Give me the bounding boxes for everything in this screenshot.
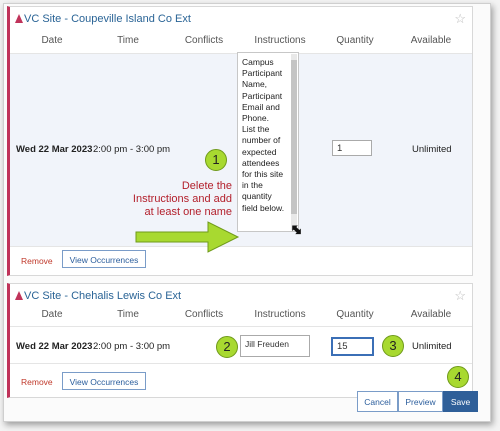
occurrence-time: 2:00 pm - 3:00 pm [93, 144, 171, 155]
quantity-input[interactable]: 15 [331, 337, 374, 356]
instructions-line: number of [242, 135, 281, 146]
header-time: Time [117, 35, 139, 46]
header-conflicts: Conflicts [184, 309, 224, 320]
instruction-note: Delete the Instructions and add at least… [132, 180, 232, 218]
star-icon[interactable]: ☆ [454, 288, 466, 304]
instructions-line: field below. [242, 202, 285, 213]
scrollbar[interactable] [291, 54, 297, 230]
callout-4: 4 [447, 366, 469, 388]
remove-link[interactable]: Remove [21, 256, 53, 266]
remove-link[interactable]: Remove [21, 377, 53, 387]
preview-button[interactable]: Preview [398, 391, 443, 412]
flask-icon [15, 14, 23, 23]
occurrence-time: 2:00 pm - 3:00 pm [93, 341, 171, 352]
occurrence-date: Wed 22 Mar 2023 [16, 144, 93, 155]
callout-3: 3 [382, 335, 404, 357]
instructions-textarea[interactable]: Campus Participant Name, Participant Email a… [237, 52, 299, 232]
header-time: Time [117, 309, 139, 320]
header-quantity: Quantity [336, 309, 374, 320]
instructions-text: Campus Participant Name, Participant Email a… [242, 57, 296, 214]
instructions-textarea[interactable]: Jill Freuden [240, 335, 310, 357]
available-value: Unlimited [412, 144, 452, 155]
site-title[interactable]: VC Site - Coupeville Island Co Ext [24, 13, 191, 25]
instructions-line: Name, [242, 79, 268, 90]
callout-2: 2 [216, 336, 238, 358]
instructions-line: in the [242, 180, 263, 191]
callout-1: 1 [205, 149, 227, 171]
instructions-line: Campus [242, 57, 274, 67]
header-instructions: Instructions [254, 309, 306, 320]
instructions-line: attendees [242, 157, 280, 168]
header-date: Date [41, 309, 63, 320]
header-available: Available [410, 309, 452, 320]
header-conflicts: Conflicts [184, 35, 224, 46]
header-quantity: Quantity [336, 35, 374, 46]
star-icon[interactable]: ☆ [454, 11, 466, 27]
save-button[interactable]: Save [443, 391, 478, 412]
header-date: Date [41, 35, 63, 46]
header-instructions: Instructions [254, 35, 306, 46]
occurrence-date: Wed 22 Mar 2023 [16, 341, 93, 352]
instructions-line: Email and [242, 101, 280, 112]
instructions-line: for this site [242, 169, 284, 180]
instructions-line: expected [242, 146, 277, 157]
site-title[interactable]: VC Site - Chehalis Lewis Co Ext [24, 290, 181, 302]
instructions-line: quantity [242, 191, 272, 202]
cancel-button[interactable]: Cancel [357, 391, 398, 412]
flask-icon [15, 291, 23, 300]
quantity-input[interactable]: 1 [332, 140, 372, 156]
header-available: Available [410, 35, 452, 46]
instructions-line: List the [242, 124, 270, 135]
view-occurrences-button[interactable]: View Occurrences [62, 372, 146, 390]
instructions-line: Participant [242, 90, 283, 101]
scrollbar-thumb[interactable] [291, 60, 297, 214]
arrow-icon [135, 221, 240, 253]
instructions-line: Participant [242, 68, 283, 79]
available-value: Unlimited [412, 341, 452, 352]
instructions-line: Phone. [242, 113, 269, 124]
